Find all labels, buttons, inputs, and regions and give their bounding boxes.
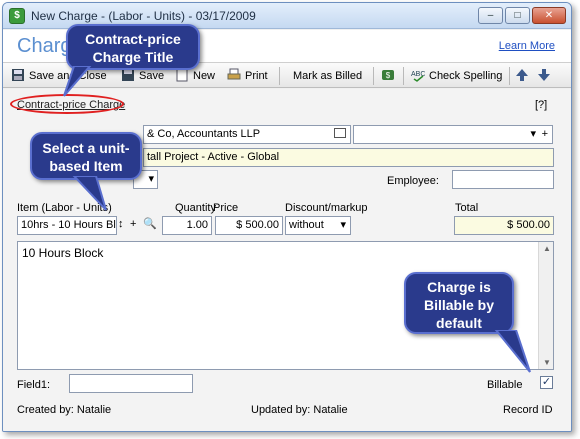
quantity-label: Quantity [175, 202, 216, 214]
window-title: New Charge - (Labor - Units) - 03/17/200… [31, 9, 256, 23]
callout-item: Select a unit-based Item [30, 132, 142, 180]
previous-record-button[interactable] [515, 67, 533, 85]
mark-as-billed-label: Mark as Billed [293, 70, 363, 82]
add-icon[interactable]: + [130, 218, 136, 230]
check-spelling-button[interactable]: ABC Check Spelling [411, 67, 502, 85]
print-button[interactable]: Print [227, 67, 268, 85]
callout-title: Contract-price Charge Title [66, 24, 200, 70]
envelope-icon[interactable] [334, 128, 346, 138]
contact-select[interactable]: ▾ + [353, 125, 553, 144]
record-id: Record ID [503, 404, 553, 416]
scroll-up-icon[interactable]: ▲ [543, 244, 551, 253]
close-button[interactable]: ✕ [532, 7, 566, 24]
vertical-scrollbar[interactable]: ▲ ▼ [538, 242, 553, 369]
callout-title-pointer [63, 66, 92, 97]
print-label: Print [245, 70, 268, 82]
created-by: Created by: Natalie [17, 404, 112, 416]
spell-check-icon: ABC [411, 68, 425, 82]
page-title: Charg [17, 35, 72, 57]
billing-icon: $ [381, 68, 395, 82]
scroll-down-icon[interactable]: ▼ [543, 358, 551, 367]
callout-title-text: Contract-price Charge Title [85, 31, 181, 65]
callout-item-text: Select a unit-based Item [42, 140, 130, 174]
chevron-down-icon: ▾ [340, 219, 346, 231]
billable-label: Billable [487, 379, 523, 391]
updated-by: Updated by: Natalie [251, 404, 348, 416]
check-spelling-label: Check Spelling [429, 70, 503, 82]
new-label: New [193, 70, 216, 82]
discount-label: Discount/markup [285, 202, 368, 214]
quantity-field[interactable]: 1.00 [162, 216, 212, 235]
toolbar-separator [279, 67, 280, 85]
callout-item-pointer [72, 176, 107, 211]
floppy-disk-icon [121, 68, 135, 82]
add-icon: + [541, 128, 548, 140]
field1-label: Field1: [17, 379, 51, 391]
mark-as-billed-button[interactable]: Mark as Billed [293, 67, 362, 85]
price-label: Price [213, 202, 239, 214]
field1-input[interactable] [69, 374, 193, 393]
item-select[interactable]: 10hrs - 10 Hours Block [17, 216, 117, 235]
billing-icon-button[interactable]: $ [381, 67, 399, 85]
callout-billable: Charge is Billable by default [404, 272, 514, 334]
maximize-button[interactable]: □ [505, 7, 530, 24]
chevron-down-icon: ▾ [530, 128, 536, 140]
new-document-icon [175, 68, 189, 82]
learn-more-link[interactable]: Learn More [499, 40, 555, 52]
app-icon: $ [9, 8, 25, 24]
help-link[interactable]: [?] [535, 99, 547, 111]
callout-billable-pointer [494, 330, 531, 373]
toolbar-separator [509, 67, 510, 85]
employee-field[interactable] [452, 170, 554, 189]
svg-text:$: $ [386, 71, 391, 80]
toolbar-separator [403, 67, 404, 85]
total-label: Total [455, 202, 479, 214]
billable-checkbox[interactable]: ✓ [540, 376, 553, 389]
chevron-down-icon: ▾ [148, 173, 154, 185]
description-text: 10 Hours Block [22, 246, 104, 260]
price-field[interactable]: $ 500.00 [215, 216, 283, 235]
search-icon[interactable]: 🔍 [143, 217, 157, 230]
toolbar-separator [373, 67, 374, 85]
printer-icon [227, 68, 241, 82]
total-field: $ 500.00 [454, 216, 554, 235]
floppy-disk-icon [11, 68, 25, 82]
callout-billable-text: Charge is Billable by default [423, 279, 495, 331]
project-field[interactable]: tall Project - Active - Global [143, 148, 554, 167]
arrow-up-icon [515, 68, 529, 82]
employee-label: Employee: [387, 175, 439, 187]
client-field[interactable]: & Co, Accountants LLP [143, 125, 351, 144]
save-label: Save [139, 70, 165, 82]
chevron-down-icon[interactable]: ↕ [118, 218, 124, 230]
discount-value: without [289, 219, 324, 231]
discount-select[interactable]: without ▾ [285, 216, 351, 235]
next-record-button[interactable] [537, 67, 555, 85]
arrow-down-icon [537, 68, 551, 82]
minimize-button[interactable]: ‒ [478, 7, 503, 24]
